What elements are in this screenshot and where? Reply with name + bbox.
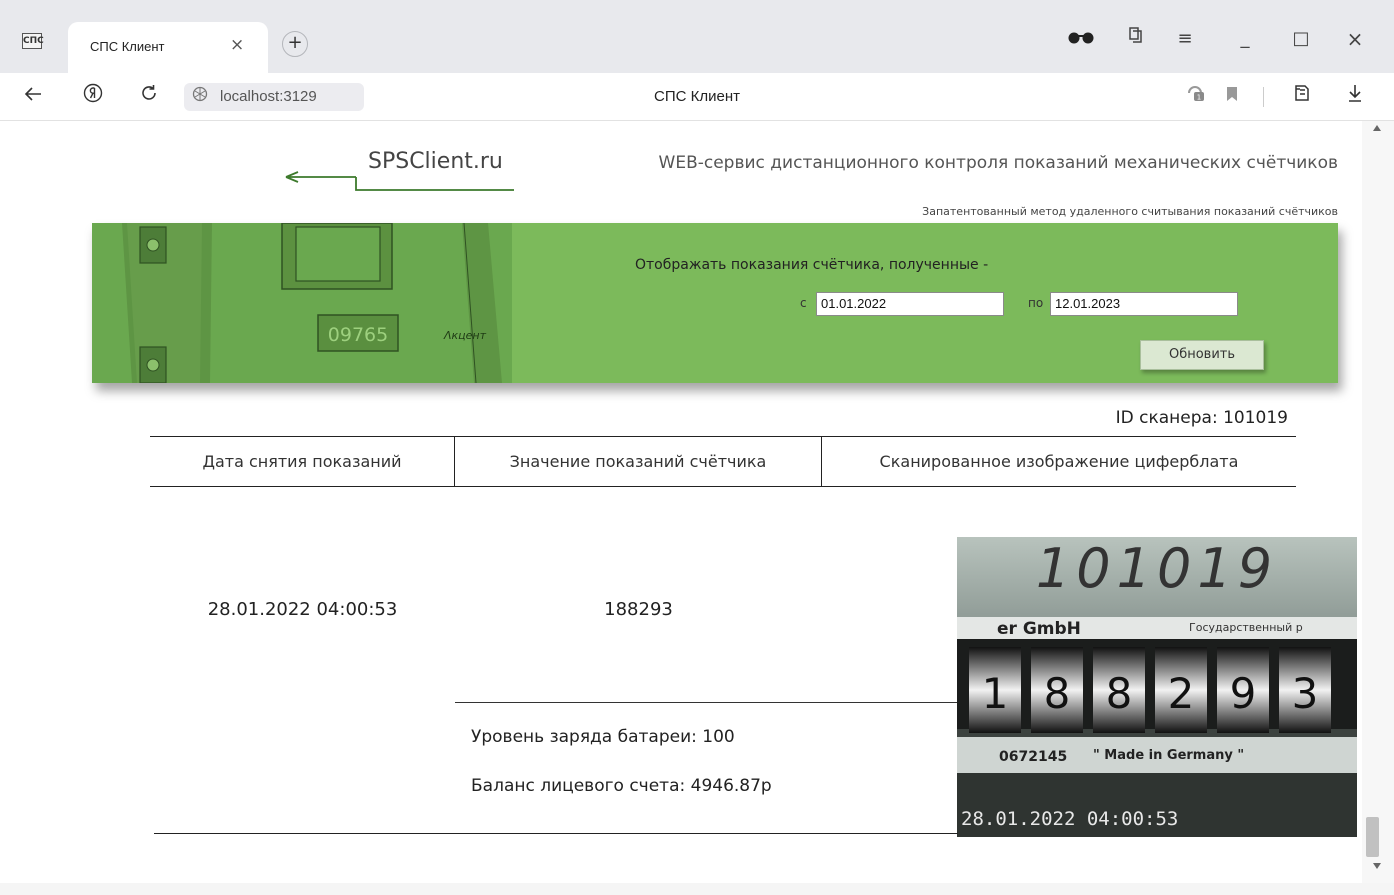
site-tagline: WEB-сервис дистанционного контроля показ… (658, 153, 1338, 173)
browser-tab[interactable]: СПС Клиент × (68, 22, 268, 73)
banner-meter-brand: Λкцент (443, 329, 487, 342)
back-arrow-icon[interactable] (20, 83, 46, 109)
column-header-value: Значение показаний счётчика (455, 437, 822, 486)
photo-digit: 3 (1292, 669, 1319, 718)
tab-title: СПС Клиент (90, 39, 165, 54)
column-header-date: Дата снятия показаний (150, 437, 455, 486)
menu-icon[interactable]: ≡ (1172, 26, 1198, 52)
date-to-input[interactable]: 12.01.2023 (1050, 292, 1238, 316)
filter-banner: 09765 Λкцент Отображать показания счётчи… (92, 223, 1338, 383)
patent-note: Запатентованный метод удаленного считыва… (922, 205, 1338, 218)
browser-tab-bar: СПС СПС Клиент × + ≡ _ □ × (0, 0, 1394, 73)
meter-scan-image[interactable]: 101019 er GmbH Государственный р 1 8 8 2 (957, 537, 1357, 837)
photo-serial: 101019 (1036, 537, 1278, 600)
tab-close-icon[interactable]: × (230, 35, 244, 55)
photo-state-text: Государственный р (1189, 621, 1303, 634)
scrollbar-thumb[interactable] (1366, 817, 1379, 857)
address-bar: СПС Клиент localhost:3129 1 (0, 73, 1394, 121)
url-text: localhost:3129 (220, 88, 317, 105)
minimize-button[interactable]: _ (1232, 26, 1258, 52)
app-logo-icon: СПС (22, 33, 44, 49)
url-field[interactable]: localhost:3129 (184, 83, 364, 111)
photo-digit: 2 (1168, 669, 1195, 718)
row-divider (455, 702, 957, 703)
filter-caption: Отображать показания счётчика, полученны… (635, 257, 989, 273)
incognito-glasses-icon[interactable] (1066, 26, 1096, 52)
page-viewport: SPSClient.ru WEB-сервис дистанционного к… (0, 121, 1362, 883)
horizontal-scrollbar[interactable] (0, 883, 1394, 895)
scroll-up-icon[interactable] (1373, 125, 1381, 131)
vertical-scrollbar[interactable] (1362, 121, 1394, 883)
photo-digit: 9 (1230, 669, 1257, 718)
date-to-label: по (1028, 296, 1044, 310)
photo-maker-text: er GmbH (997, 619, 1081, 639)
photo-digit: 1 (982, 669, 1009, 718)
battery-level: Уровень заряда батареи: 100 (471, 727, 735, 747)
photo-digit: 8 (1044, 669, 1071, 718)
reading-date: 28.01.2022 04:00:53 (207, 599, 398, 620)
photo-digit: 8 (1106, 669, 1133, 718)
reading-value: 188293 (604, 599, 673, 620)
table-bottom-border (154, 833, 958, 834)
date-from-label: с (800, 296, 807, 310)
account-balance: Баланс лицевого счета: 4946.87р (471, 776, 772, 796)
tabs-manager-icon[interactable] (1289, 83, 1315, 109)
site-security-icon[interactable] (192, 86, 208, 106)
svg-text:1: 1 (1197, 94, 1201, 102)
photo-made-in: " Made in Germany " (1093, 748, 1244, 763)
readings-table-header: Дата снятия показаний Значение показаний… (150, 436, 1296, 487)
download-icon[interactable] (1342, 83, 1368, 109)
collections-icon[interactable] (1122, 26, 1148, 52)
column-header-image: Сканированное изображение циферблата (879, 452, 1239, 471)
meter-banner-illustration: 09765 Λкцент (92, 223, 512, 383)
photo-meter-number: 0672145 (999, 749, 1067, 765)
refresh-button[interactable]: Обновить (1140, 340, 1264, 370)
maximize-button[interactable]: □ (1288, 26, 1314, 52)
banner-meter-digits: 09765 (328, 324, 388, 346)
close-window-button[interactable]: × (1342, 26, 1368, 52)
protect-icon[interactable]: 1 (1184, 83, 1210, 109)
scroll-down-icon[interactable] (1373, 863, 1381, 869)
toolbar-divider (1263, 87, 1264, 107)
bookmark-icon[interactable] (1219, 83, 1245, 109)
reload-icon[interactable] (136, 83, 162, 109)
photo-timestamp: 28.01.2022 04:00:53 (961, 808, 1178, 830)
site-logo[interactable]: SPSClient.ru (368, 149, 503, 174)
yandex-icon[interactable] (80, 83, 106, 109)
scanner-id: ID сканера: 101019 (1115, 408, 1288, 428)
date-from-input[interactable]: 01.01.2022 (816, 292, 1004, 316)
new-tab-button[interactable]: + (282, 31, 308, 57)
